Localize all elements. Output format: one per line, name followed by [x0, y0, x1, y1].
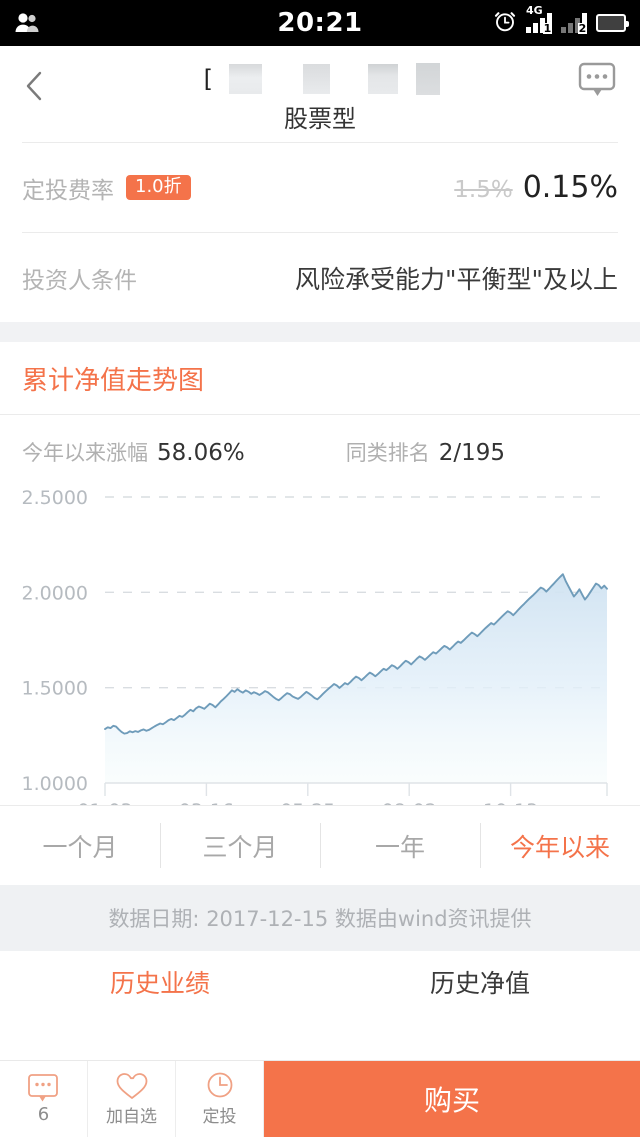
period-tab-1month[interactable]: 一个月 [0, 806, 160, 885]
title-mask-block [228, 64, 262, 94]
fund-detail-screen: 20:21 4G 1 2 [股票型 定投费率 1.0折 1.5% 0.15% … [0, 0, 640, 1137]
section-gap [0, 322, 640, 342]
chart-stats: 今年以来涨幅 58.06% 同类排名 2/195 [0, 415, 640, 475]
investor-condition-value: 风险承受能力"平衡型"及以上 [295, 264, 618, 294]
stat-value: 58.06% [157, 440, 245, 466]
chart-canvas: 2.5000 2.0000 1.5000 1.0000 01-03 03-16 05-25… [22, 487, 608, 805]
page-subtitle: 股票型 [284, 105, 356, 133]
battery-icon [596, 14, 629, 32]
status-bar-left [14, 12, 40, 34]
status-bar-right: 4G 1 2 [493, 4, 629, 37]
period-tab-bar: 一个月 三个月 一年 今年以来 [0, 805, 640, 885]
title-mask-block [302, 64, 330, 94]
investor-condition-label: 投资人条件 [22, 267, 137, 294]
stat-value: 2/195 [438, 440, 505, 466]
tab-historical-performance[interactable]: 历史业绩 [0, 951, 320, 1013]
y-tick-label: 2.0000 [22, 582, 88, 604]
stat-label: 同类排名 [345, 441, 430, 465]
back-chevron-icon [26, 71, 42, 101]
bottom-action-bar: 6 加自选 定投 购买 [0, 1060, 640, 1137]
fee-rate-label: 定投费率 [22, 177, 114, 204]
x-tick-label: 10-13 [483, 800, 538, 805]
more-button[interactable] [576, 60, 618, 100]
comment-button[interactable]: 6 [0, 1061, 88, 1137]
back-button[interactable] [22, 60, 62, 112]
x-tick-label: 01-03 [77, 800, 132, 805]
stat-label: 今年以来涨幅 [22, 441, 148, 465]
comment-count: 6 [37, 1104, 50, 1125]
fee-discount-badge: 1.0折 [126, 175, 191, 200]
period-tab-1year[interactable]: 一年 [320, 806, 480, 885]
page-title-bracket: [ [200, 65, 215, 93]
investment-plan-button[interactable]: 定投 [176, 1061, 264, 1137]
stat-ytd-return: 今年以来涨幅 58.06% [22, 437, 245, 467]
chart-area-fill [105, 574, 607, 783]
investment-plan-label: 定投 [202, 1107, 237, 1127]
fee-original-value: 1.5% [454, 177, 513, 203]
x-tick-label: 08-02 [382, 800, 437, 805]
alarm-clock-icon [493, 9, 517, 37]
y-tick-label: 1.5000 [22, 678, 88, 700]
period-tab-ytd[interactable]: 今年以来 [480, 806, 640, 885]
chat-bubble-more-icon [578, 62, 616, 96]
period-tab-3month[interactable]: 三个月 [160, 806, 320, 885]
nav-trend-chart[interactable]: 2.5000 2.0000 1.5000 1.0000 01-03 03-16 05-25… [0, 475, 640, 805]
tab-historical-nav[interactable]: 历史净值 [320, 951, 640, 1013]
row-investor-condition[interactable]: 投资人条件 风险承受能力"平衡型"及以上 [0, 233, 640, 322]
chart-x-axis [104, 782, 608, 796]
page-title-masked: [ [120, 60, 520, 98]
chart-title: 累计净值走势图 [22, 365, 205, 396]
signal-bars-sim2-icon: 2 [561, 13, 587, 35]
chart-y-axis-labels: 2.5000 2.0000 1.5000 1.0000 [22, 487, 88, 795]
row-fee-rate[interactable]: 定投费率 1.0折 1.5% 0.15% [0, 143, 640, 232]
status-bar: 20:21 4G 1 2 [0, 0, 640, 46]
y-tick-label: 2.5000 [22, 487, 88, 509]
clock-icon [207, 1072, 232, 1098]
heart-icon [116, 1073, 147, 1099]
y-tick-label: 1.0000 [22, 773, 88, 795]
signal-bars-sim1-icon: 4G 1 [526, 4, 552, 35]
chat-bubble-icon [27, 1074, 58, 1102]
data-source-note: 数据日期: 2017-12-15 数据由wind资讯提供 [0, 885, 640, 951]
fee-rate-values: 1.5% 0.15% [454, 170, 618, 205]
nav-title-block: [ 股票型 [120, 60, 520, 134]
add-favorite-button[interactable]: 加自选 [88, 1061, 176, 1137]
fee-current-value: 0.15% [522, 170, 618, 205]
buy-button[interactable]: 购买 [264, 1061, 640, 1137]
sim1-label: 1 [543, 22, 552, 35]
chart-x-axis-labels: 01-03 03-16 05-25 08-02 10-13 [77, 800, 538, 805]
x-tick-label: 05-25 [280, 800, 335, 805]
stat-peer-rank: 同类排名 2/195 [346, 437, 505, 467]
section-tab-bar: 历史业绩 历史净值 [0, 951, 640, 1013]
add-favorite-label: 加自选 [106, 1107, 157, 1127]
title-mask-block [415, 63, 440, 95]
network-type-label: 4G [526, 4, 543, 17]
sim2-label: 2 [578, 22, 587, 35]
nav-header: [ 股票型 [0, 46, 640, 142]
x-tick-label: 03-16 [179, 800, 234, 805]
title-mask-block [367, 64, 398, 94]
contacts-icon [14, 12, 40, 34]
